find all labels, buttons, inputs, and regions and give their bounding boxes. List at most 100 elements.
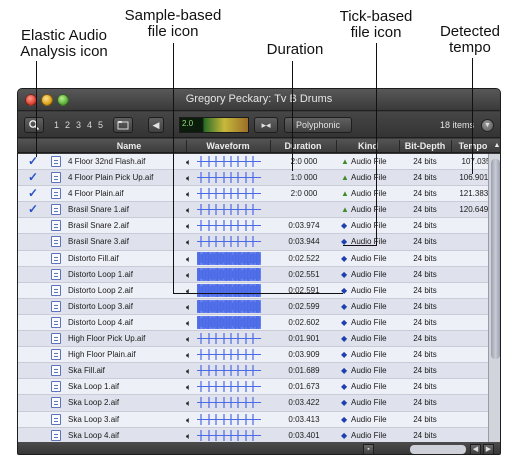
waveform-thumbnail[interactable] <box>197 283 261 297</box>
search-icon[interactable] <box>24 117 44 133</box>
speaker-icon[interactable]: 🔈︎ <box>186 300 196 315</box>
file-name: Distorto Loop 2.aif <box>68 285 133 295</box>
vertical-scrollbar[interactable] <box>488 154 500 442</box>
waveform-thumbnail[interactable] <box>197 299 261 313</box>
waveform-thumbnail[interactable] <box>197 413 261 426</box>
folder-up-icon[interactable] <box>113 117 133 133</box>
audio-file-icon <box>51 365 61 377</box>
speaker-icon[interactable]: 🔈︎ <box>186 268 196 283</box>
speaker-icon[interactable]: 🔈︎ <box>186 413 196 428</box>
file-name: Distorto Loop 1.aif <box>68 269 133 279</box>
table-row[interactable]: Ska Fill.aif 🔈︎ 0:01.689 ◆ Audio File 24 bits <box>18 363 488 380</box>
kind-label: Audio File <box>351 317 387 327</box>
audio-file-icon <box>51 156 61 167</box>
audio-file-icon <box>51 188 61 200</box>
waveform-thumbnail[interactable] <box>197 396 261 409</box>
elastic-audio-analysis-icon <box>18 315 48 330</box>
table-row[interactable]: Brasil Snare 3.aif 🔈︎ 0:03.944 ◆ Audio File 2… <box>18 234 488 251</box>
speaker-icon[interactable]: 🔈︎ <box>186 332 196 347</box>
waveform-thumbnail[interactable] <box>197 203 261 216</box>
table-row[interactable]: Ska Loop 3.aif 🔈︎ 0:03.413 ◆ Audio File 24 bi… <box>18 411 488 428</box>
waveform-thumbnail[interactable] <box>197 171 261 184</box>
mode-selector[interactable]: Polyphonic <box>284 117 352 133</box>
kind-cell: ◆ Audio File <box>341 395 397 410</box>
scroll-left-icon[interactable]: ◀ <box>470 444 481 454</box>
view-preset-2[interactable]: 2 <box>65 118 70 132</box>
loop-preview-icon[interactable]: ▸◂ <box>254 117 278 133</box>
waveform-thumbnail[interactable] <box>197 251 261 265</box>
table-row[interactable]: Ska Loop 1.aif 🔈︎ 0:01.673 ◆ Audio File 24 bi… <box>18 379 488 396</box>
waveform-thumbnail[interactable] <box>197 267 261 281</box>
table-row[interactable]: Brasil Snare 2.aif 🔈︎ 0:03.974 ◆ Audio File 2… <box>18 218 488 235</box>
horizontal-scrollbar[interactable] <box>410 445 466 454</box>
table-row[interactable]: High Floor Pick Up.aif 🔈︎ 0:01.901 ◆ Audio F… <box>18 331 488 348</box>
speaker-icon[interactable]: 🔈︎ <box>186 187 196 202</box>
table-row[interactable]: ✓ 4 Floor Plain.aif 🔈︎ 2:0 000 ▲ Audio File 24… <box>18 186 493 203</box>
view-preset-4[interactable]: 4 <box>87 118 92 132</box>
waveform-thumbnail[interactable] <box>197 332 261 345</box>
table-row[interactable]: Distorto Loop 4.aif 🔈︎ 0:02.602 ◆ Audio File… <box>18 314 488 332</box>
waveform-thumbnail[interactable] <box>197 219 261 232</box>
scroll-right-icon[interactable]: ▶ <box>483 444 494 454</box>
waveform-thumbnail[interactable] <box>197 155 261 168</box>
table-row[interactable]: Distorto Loop 3.aif 🔈︎ 0:02.599 ◆ Audio File… <box>18 298 488 315</box>
speaker-icon[interactable]: 🔈︎ <box>186 316 196 331</box>
speaker-icon[interactable]: 🔈︎ <box>186 252 196 267</box>
speaker-icon[interactable]: 🔈︎ <box>186 203 196 218</box>
col-name[interactable]: Name <box>74 140 184 152</box>
chevron-down-icon[interactable]: ▼ <box>481 119 494 132</box>
col-bitdepth[interactable]: Bit-Depth <box>400 140 450 152</box>
speaker-icon[interactable]: 🔈︎ <box>186 219 196 234</box>
waveform-thumbnail[interactable] <box>197 348 261 361</box>
leader-elastic <box>36 61 37 157</box>
tick-based-file-icon: ◆ <box>341 269 348 279</box>
kind-label: Audio File <box>351 301 387 311</box>
elastic-audio-analysis-icon <box>18 412 48 427</box>
speaker-icon[interactable]: 🔈︎ <box>186 348 196 363</box>
speaker-icon[interactable]: 🔈︎ <box>186 284 196 299</box>
kind-label: Audio File <box>351 189 387 199</box>
bitdepth-value: 24 bits <box>413 173 437 183</box>
audition-back-icon[interactable]: ◀ <box>148 117 164 133</box>
view-preset-5[interactable]: 5 <box>98 118 103 132</box>
preview-volume-meter[interactable]: 2.0 <box>179 117 249 133</box>
table-row[interactable]: ✓ 4 Floor 32nd Flash.aif 🔈︎ 2:0 000 ▲ Audio F… <box>18 154 490 171</box>
col-waveform[interactable]: Waveform <box>188 140 268 152</box>
kind-cell: ◆ Audio File <box>341 218 397 233</box>
speaker-icon[interactable]: 🔈︎ <box>186 364 196 379</box>
kind-label: Audio File <box>351 285 387 295</box>
waveform-thumbnail[interactable] <box>197 315 261 329</box>
speaker-icon[interactable]: 🔈︎ <box>186 171 196 186</box>
file-name: Ska Loop 3.aif <box>68 414 120 424</box>
waveform-thumbnail[interactable] <box>197 235 261 248</box>
col-tempo[interactable]: Tempo <box>452 140 494 152</box>
title-bar[interactable]: Gregory Peckary: Tv B Drums <box>18 89 500 111</box>
table-row[interactable]: Distorto Loop 2.aif 🔈︎ 0:02.591 ◆ Audio File… <box>18 282 488 299</box>
speaker-icon[interactable]: 🔈︎ <box>186 235 196 250</box>
speaker-icon[interactable]: 🔈︎ <box>186 155 196 170</box>
waveform-thumbnail[interactable] <box>197 187 261 200</box>
speaker-icon[interactable]: 🔈︎ <box>186 396 196 411</box>
speaker-icon[interactable]: 🔈︎ <box>186 380 196 395</box>
table-row[interactable]: High Floor Plain.aif 🔈︎ 0:03.909 ◆ Audio Fil… <box>18 347 488 364</box>
view-preset-3[interactable]: 3 <box>76 118 81 132</box>
table-row[interactable]: Ska Loop 2.aif 🔈︎ 0:03.422 ◆ Audio File 24 bi… <box>18 395 488 412</box>
duration-value: 0:03.974 <box>288 221 320 231</box>
table-row[interactable]: Distorto Loop 1.aif 🔈︎ 0:02.551 ◆ Audio File… <box>18 266 488 283</box>
waveform-thumbnail[interactable] <box>197 364 261 377</box>
bitdepth-value: 24 bits <box>413 398 437 408</box>
resize-icon[interactable]: ▪ <box>363 444 374 454</box>
col-duration[interactable]: Duration <box>272 140 334 152</box>
sort-ascending-icon[interactable]: ▲ <box>493 140 500 152</box>
duration-value: 2:0 000 <box>290 189 318 199</box>
view-preset-1[interactable]: 1 <box>54 118 59 132</box>
table-row[interactable]: ✓ 4 Floor Plain Pick Up.aif 🔈︎ 1:0 000 ▲ Audi… <box>18 170 493 187</box>
table-row[interactable]: Distorto Fill.aif 🔈︎ 0:02.522 ◆ Audio File 24… <box>18 250 488 267</box>
tick-based-file-icon: ◆ <box>341 301 348 311</box>
table-row[interactable]: ✓ Brasil Snare 1.aif 🔈︎ ▲ Audio File 24 bits 1… <box>18 202 493 219</box>
waveform-thumbnail[interactable] <box>197 429 261 442</box>
waveform-thumbnail[interactable] <box>197 380 261 393</box>
elastic-audio-analysis-icon <box>18 428 48 443</box>
col-kind[interactable]: Kind <box>338 140 398 152</box>
scroll-thumb[interactable] <box>491 159 500 359</box>
